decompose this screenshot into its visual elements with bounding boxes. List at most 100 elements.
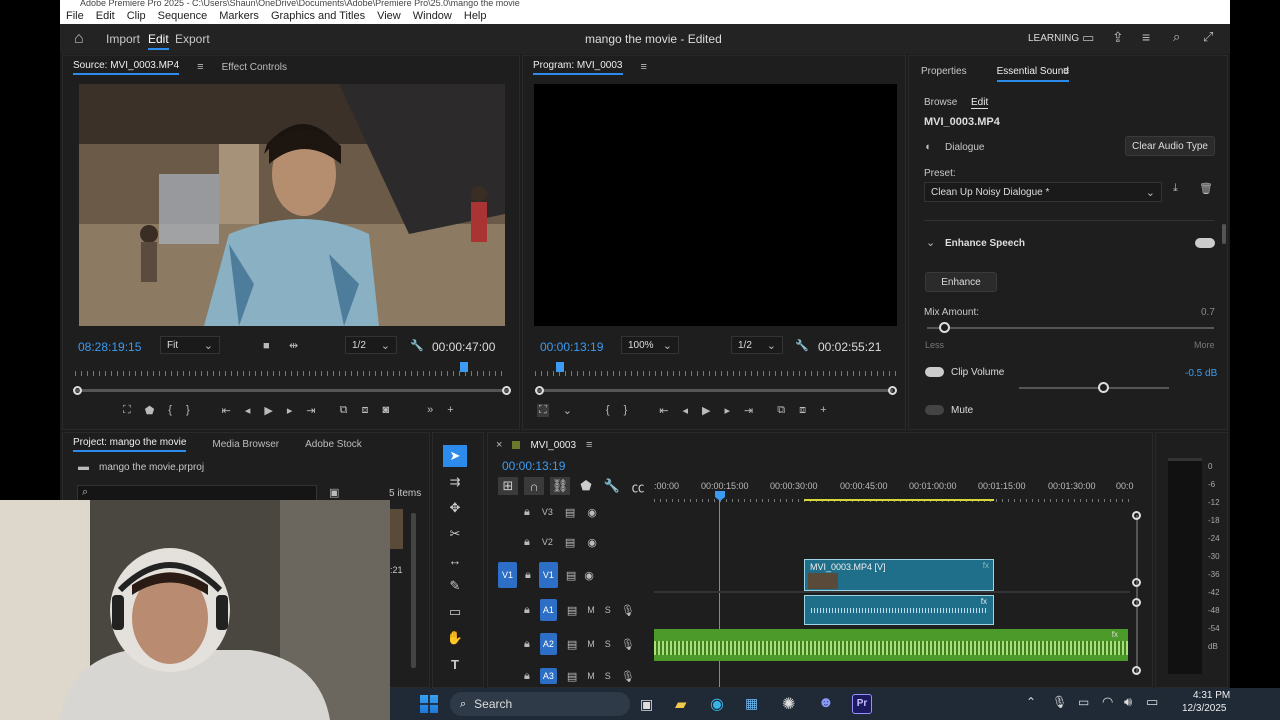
panel-menu-icon[interactable]: ≡ <box>197 61 203 73</box>
lock-icon[interactable]: 🔒︎ <box>524 638 530 651</box>
search-icon[interactable]: ⌕ <box>1173 29 1180 45</box>
menu-edit[interactable]: Edit <box>96 10 115 22</box>
volume-icon[interactable]: 🔊︎ <box>1124 694 1132 710</box>
button-editor-icon[interactable]: + <box>447 404 453 417</box>
solo-track-button[interactable]: S <box>605 671 611 681</box>
more-controls-icon[interactable]: » <box>427 404 433 417</box>
clock-date[interactable]: 12/3/2025 <box>1182 703 1227 714</box>
mix-amount-slider-track[interactable] <box>927 327 1214 329</box>
edge-icon[interactable]: ◉ <box>710 694 724 714</box>
mark-out-icon[interactable]: } <box>624 404 628 417</box>
sync-lock-icon[interactable]: ▤ <box>567 604 577 617</box>
pen-tool-icon[interactable]: ✎ <box>443 575 467 597</box>
lock-icon[interactable]: 🔒︎ <box>525 569 531 582</box>
mute-toggle[interactable] <box>925 405 944 415</box>
track-a3-label[interactable]: A3 <box>539 668 557 684</box>
eye-icon[interactable]: ◉ <box>584 569 594 582</box>
edit-tab[interactable]: Edit <box>148 32 169 50</box>
menu-sequence[interactable]: Sequence <box>158 10 208 22</box>
menu-window[interactable]: Window <box>413 10 452 22</box>
zoom-handle-right[interactable] <box>502 386 511 395</box>
ripple-edit-tool-icon[interactable]: ✥ <box>443 497 467 519</box>
battery-icon[interactable]: ▭ <box>1146 694 1158 710</box>
captions-icon[interactable]: ▭ <box>1082 30 1094 46</box>
lock-icon[interactable]: 🔒︎ <box>524 604 530 617</box>
sync-lock-icon[interactable]: ▤ <box>567 670 577 683</box>
overwrite-icon[interactable]: ⧈ <box>361 404 368 417</box>
media-browser-tab[interactable]: Media Browser <box>212 439 279 450</box>
snap-icon[interactable]: ∩ <box>524 477 544 495</box>
go-to-out-icon[interactable]: ⇥ <box>306 404 315 417</box>
premiere-icon[interactable]: Pr <box>852 694 872 714</box>
microphone-icon[interactable]: 🎙︎ <box>621 638 635 651</box>
source-v1-patch[interactable]: V1 <box>498 562 518 588</box>
track-a2-label[interactable]: A2 <box>539 633 557 655</box>
mark-in-icon[interactable]: { <box>606 404 610 417</box>
source-zoom-bar[interactable] <box>75 389 509 392</box>
rectangle-tool-icon[interactable]: ▭ <box>443 601 467 623</box>
step-back-icon[interactable]: ◂ <box>245 404 251 417</box>
extract-icon[interactable]: ⧈ <box>799 404 806 417</box>
menu-help[interactable]: Help <box>464 10 487 22</box>
browse-tab[interactable]: Browse <box>924 97 957 108</box>
sync-lock-icon[interactable]: ▤ <box>565 506 575 519</box>
play-icon[interactable]: ▶ <box>264 404 272 417</box>
track-a1-label[interactable]: A1 <box>539 599 557 621</box>
step-forward-icon[interactable]: ▸ <box>287 404 293 417</box>
chatgpt-icon[interactable]: ✺ <box>782 694 795 714</box>
learning-label[interactable]: LEARNING <box>1028 33 1079 44</box>
project-thumbnail[interactable] <box>389 509 403 549</box>
zoom-handle-right[interactable] <box>888 386 897 395</box>
essential-sound-tab[interactable]: Essential Sound <box>996 66 1069 82</box>
scroll-handle[interactable] <box>1132 511 1141 520</box>
sync-lock-icon[interactable]: ▤ <box>567 638 577 651</box>
microphone-icon[interactable]: 🎙︎ <box>1052 695 1067 709</box>
linked-selection-icon[interactable]: ⛓ <box>550 477 570 495</box>
menu-file[interactable]: File <box>66 10 84 22</box>
wrench-icon[interactable]: 🔧 <box>602 477 622 495</box>
mute-track-button[interactable]: M <box>587 639 595 649</box>
nest-icon[interactable]: ⊞ <box>498 477 518 495</box>
scroll-handle[interactable] <box>1132 666 1141 675</box>
menu-clip[interactable]: Clip <box>127 10 146 22</box>
preset-dropdown[interactable]: Clean Up Noisy Dialogue * ⌄ <box>924 182 1162 202</box>
share-icon[interactable]: ⇪ <box>1112 29 1124 46</box>
store-icon[interactable]: ▦ <box>745 695 758 712</box>
vertical-scrollbar[interactable] <box>1136 515 1138 675</box>
effect-controls-tab[interactable]: Effect Controls <box>222 62 287 73</box>
file-explorer-icon[interactable]: ▰ <box>675 695 687 713</box>
import-tab[interactable]: Import <box>106 32 140 46</box>
adobe-stock-tab[interactable]: Adobe Stock <box>305 439 362 450</box>
chevron-down-icon[interactable]: ⌄ <box>563 404 572 417</box>
discord-icon[interactable]: ☻ <box>818 694 834 711</box>
solo-track-button[interactable]: S <box>605 639 611 649</box>
source-fit-dropdown[interactable]: Fit ⌄ <box>160 336 220 354</box>
track-v1-label[interactable]: V1 <box>538 562 558 588</box>
display-icon[interactable]: ▭ <box>1078 695 1089 709</box>
program-time-ruler[interactable] <box>535 364 897 376</box>
sync-lock-icon[interactable]: ▤ <box>566 569 576 582</box>
audio-clip-a2[interactable]: fx <box>654 629 1128 661</box>
project-tab[interactable]: Project: mango the movie <box>73 437 187 452</box>
clip-volume-toggle[interactable] <box>925 367 944 377</box>
microphone-icon[interactable]: 🎙︎ <box>621 604 635 617</box>
go-to-out-icon[interactable]: ⇥ <box>744 404 753 417</box>
safe-margins-icon[interactable]: ⛶ <box>537 404 549 417</box>
clip-volume-value[interactable]: -0.5 dB <box>1185 368 1217 379</box>
scrollbar[interactable] <box>1222 224 1226 244</box>
source-time-ruler[interactable] <box>75 364 507 376</box>
stop-icon[interactable]: ■ <box>263 340 270 352</box>
workspace-menu-icon[interactable]: ≡ <box>1142 29 1150 45</box>
clock-time[interactable]: 4:31 PM <box>1193 690 1230 701</box>
add-marker-icon[interactable]: ⬟ <box>145 404 155 417</box>
program-res-dropdown[interactable]: 1/2 ⌄ <box>731 336 783 354</box>
clip-volume-slider-knob[interactable] <box>1098 382 1109 393</box>
wrench-icon[interactable]: 🔧 <box>795 339 809 352</box>
program-zoom-dropdown[interactable]: 100% ⌄ <box>621 336 679 354</box>
audio-clip-a1[interactable]: fx <box>804 595 994 625</box>
drop-frame-icon[interactable]: ⛶ <box>123 404 131 417</box>
track-select-tool-icon[interactable]: ⇉ <box>443 471 467 493</box>
lock-icon[interactable]: 🔒︎ <box>524 670 530 683</box>
program-playhead[interactable] <box>556 362 565 372</box>
program-timecode[interactable]: 00:00:13:19 <box>540 340 603 354</box>
